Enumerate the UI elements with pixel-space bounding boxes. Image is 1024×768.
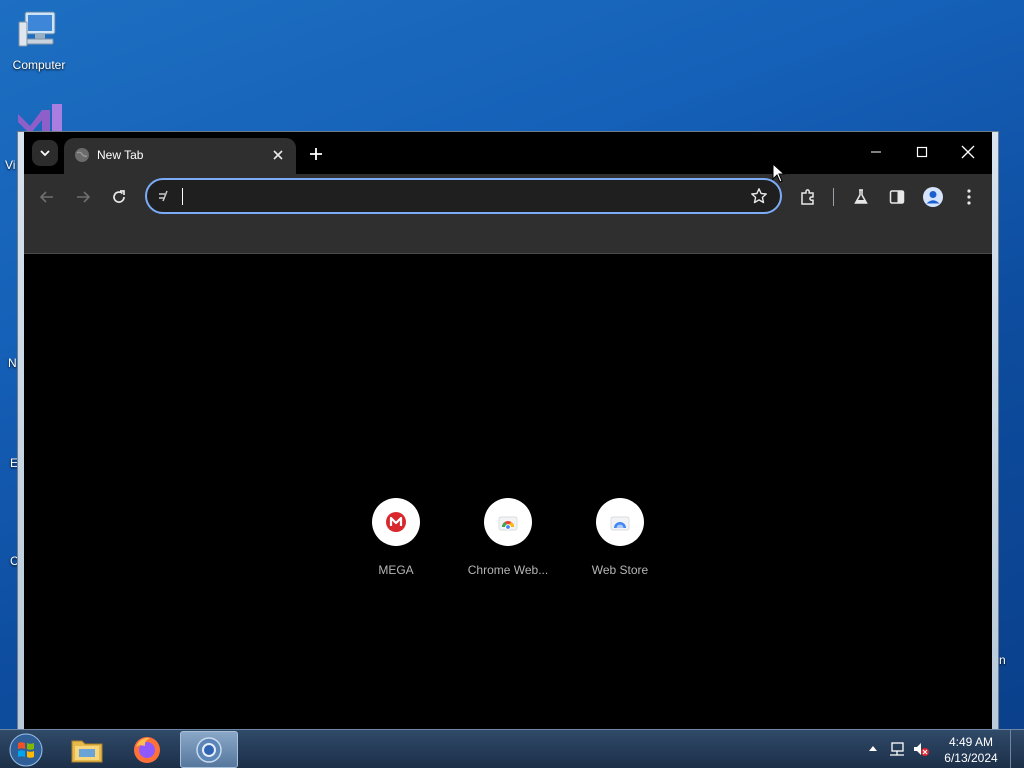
window-border-right (991, 132, 998, 729)
shortcut-label: Web Store (591, 563, 649, 577)
computer-icon (17, 8, 61, 52)
chrome-icon (196, 736, 222, 763)
close-button[interactable] (945, 132, 991, 172)
close-tab-icon[interactable] (270, 147, 286, 163)
firefox-icon (134, 736, 160, 763)
mouse-cursor-icon (772, 163, 786, 183)
shortcut-icon-circle (484, 498, 532, 546)
reload-button[interactable] (106, 184, 132, 210)
shortcut-web-store[interactable]: Web Store (564, 498, 676, 577)
taskbar: 4:49 AM 6/13/2024 (0, 729, 1024, 768)
minimize-button[interactable] (853, 132, 899, 172)
menu-button[interactable] (956, 184, 982, 210)
mega-icon (386, 512, 406, 532)
profile-button[interactable] (920, 184, 946, 210)
shortcut-mega[interactable]: MEGA (340, 498, 452, 577)
start-button[interactable] (7, 732, 45, 768)
side-panel-button[interactable] (884, 184, 910, 210)
desktop-edge-label: Vi (5, 158, 16, 172)
windows-logo-icon (9, 733, 43, 767)
minimize-icon (871, 151, 881, 153)
title-bar: New Tab (24, 132, 992, 174)
shortcut-label: Chrome Web... (467, 563, 549, 577)
address-input[interactable] (179, 186, 719, 206)
visual-studio-icon[interactable] (16, 104, 64, 134)
arrow-right-icon (77, 191, 91, 203)
back-button[interactable] (34, 184, 60, 210)
more-vertical-icon (967, 189, 971, 205)
clock-time: 4:49 AM (948, 735, 994, 749)
shortcut-icon-circle (596, 498, 644, 546)
toolbar-separator (833, 188, 834, 206)
taskbar-explorer[interactable] (58, 731, 116, 768)
volume-tray-icon[interactable] (912, 740, 930, 758)
profile-avatar-icon (923, 187, 943, 207)
bookmark-star-icon[interactable] (750, 187, 768, 205)
reload-icon (113, 190, 125, 203)
chrome-web-store-icon (498, 516, 518, 531)
network-tray-icon[interactable] (888, 740, 906, 758)
flask-icon (854, 189, 868, 204)
side-panel-icon (889, 190, 905, 204)
forward-button[interactable] (70, 184, 96, 210)
browser-toolbar (24, 174, 992, 254)
text-caret (182, 188, 183, 205)
globe-icon (74, 147, 90, 163)
speaker-muted-icon (914, 743, 929, 756)
shortcut-icon-circle (372, 498, 420, 546)
desktop-edge-label: N (8, 356, 17, 370)
taskbar-firefox[interactable] (118, 731, 176, 768)
extensions-button[interactable] (795, 184, 821, 210)
tab-new-tab[interactable]: New Tab (64, 138, 296, 174)
system-clock[interactable]: 4:49 AM 6/13/2024 (938, 734, 1004, 766)
clock-date: 6/13/2024 (944, 751, 998, 765)
arrow-left-icon (39, 191, 53, 203)
maximize-button[interactable] (899, 132, 945, 172)
shortcut-label: MEGA (378, 563, 414, 577)
puzzle-icon (801, 189, 814, 205)
site-info-icon[interactable] (156, 188, 172, 204)
browser-window: New Tab MEGA Chrome Web... Web Store (17, 131, 999, 729)
tab-title: New Tab (97, 148, 144, 162)
web-store-icon (610, 516, 630, 531)
triangle-up-icon (869, 746, 877, 751)
new-tab-page: MEGA Chrome Web... Web Store (24, 254, 992, 729)
desktop-icon-label: Computer (12, 58, 66, 72)
labs-button[interactable] (848, 184, 874, 210)
taskbar-chrome[interactable] (180, 731, 238, 768)
address-bar[interactable] (145, 178, 782, 214)
tab-search-button[interactable] (32, 140, 58, 166)
show-desktop-button[interactable] (1010, 730, 1024, 768)
desktop-icon-computer[interactable]: Computer (6, 8, 72, 72)
new-tab-button[interactable] (306, 144, 326, 164)
plus-icon (310, 148, 322, 160)
network-icon (890, 742, 904, 756)
show-hidden-icons-button[interactable] (864, 740, 882, 758)
chevron-down-icon (40, 150, 50, 157)
maximize-icon (916, 146, 928, 158)
shortcut-chrome-web-store[interactable]: Chrome Web... (452, 498, 564, 577)
folder-icon (71, 740, 103, 762)
desktop-edge-label: n (999, 653, 1006, 667)
close-icon (961, 145, 975, 159)
